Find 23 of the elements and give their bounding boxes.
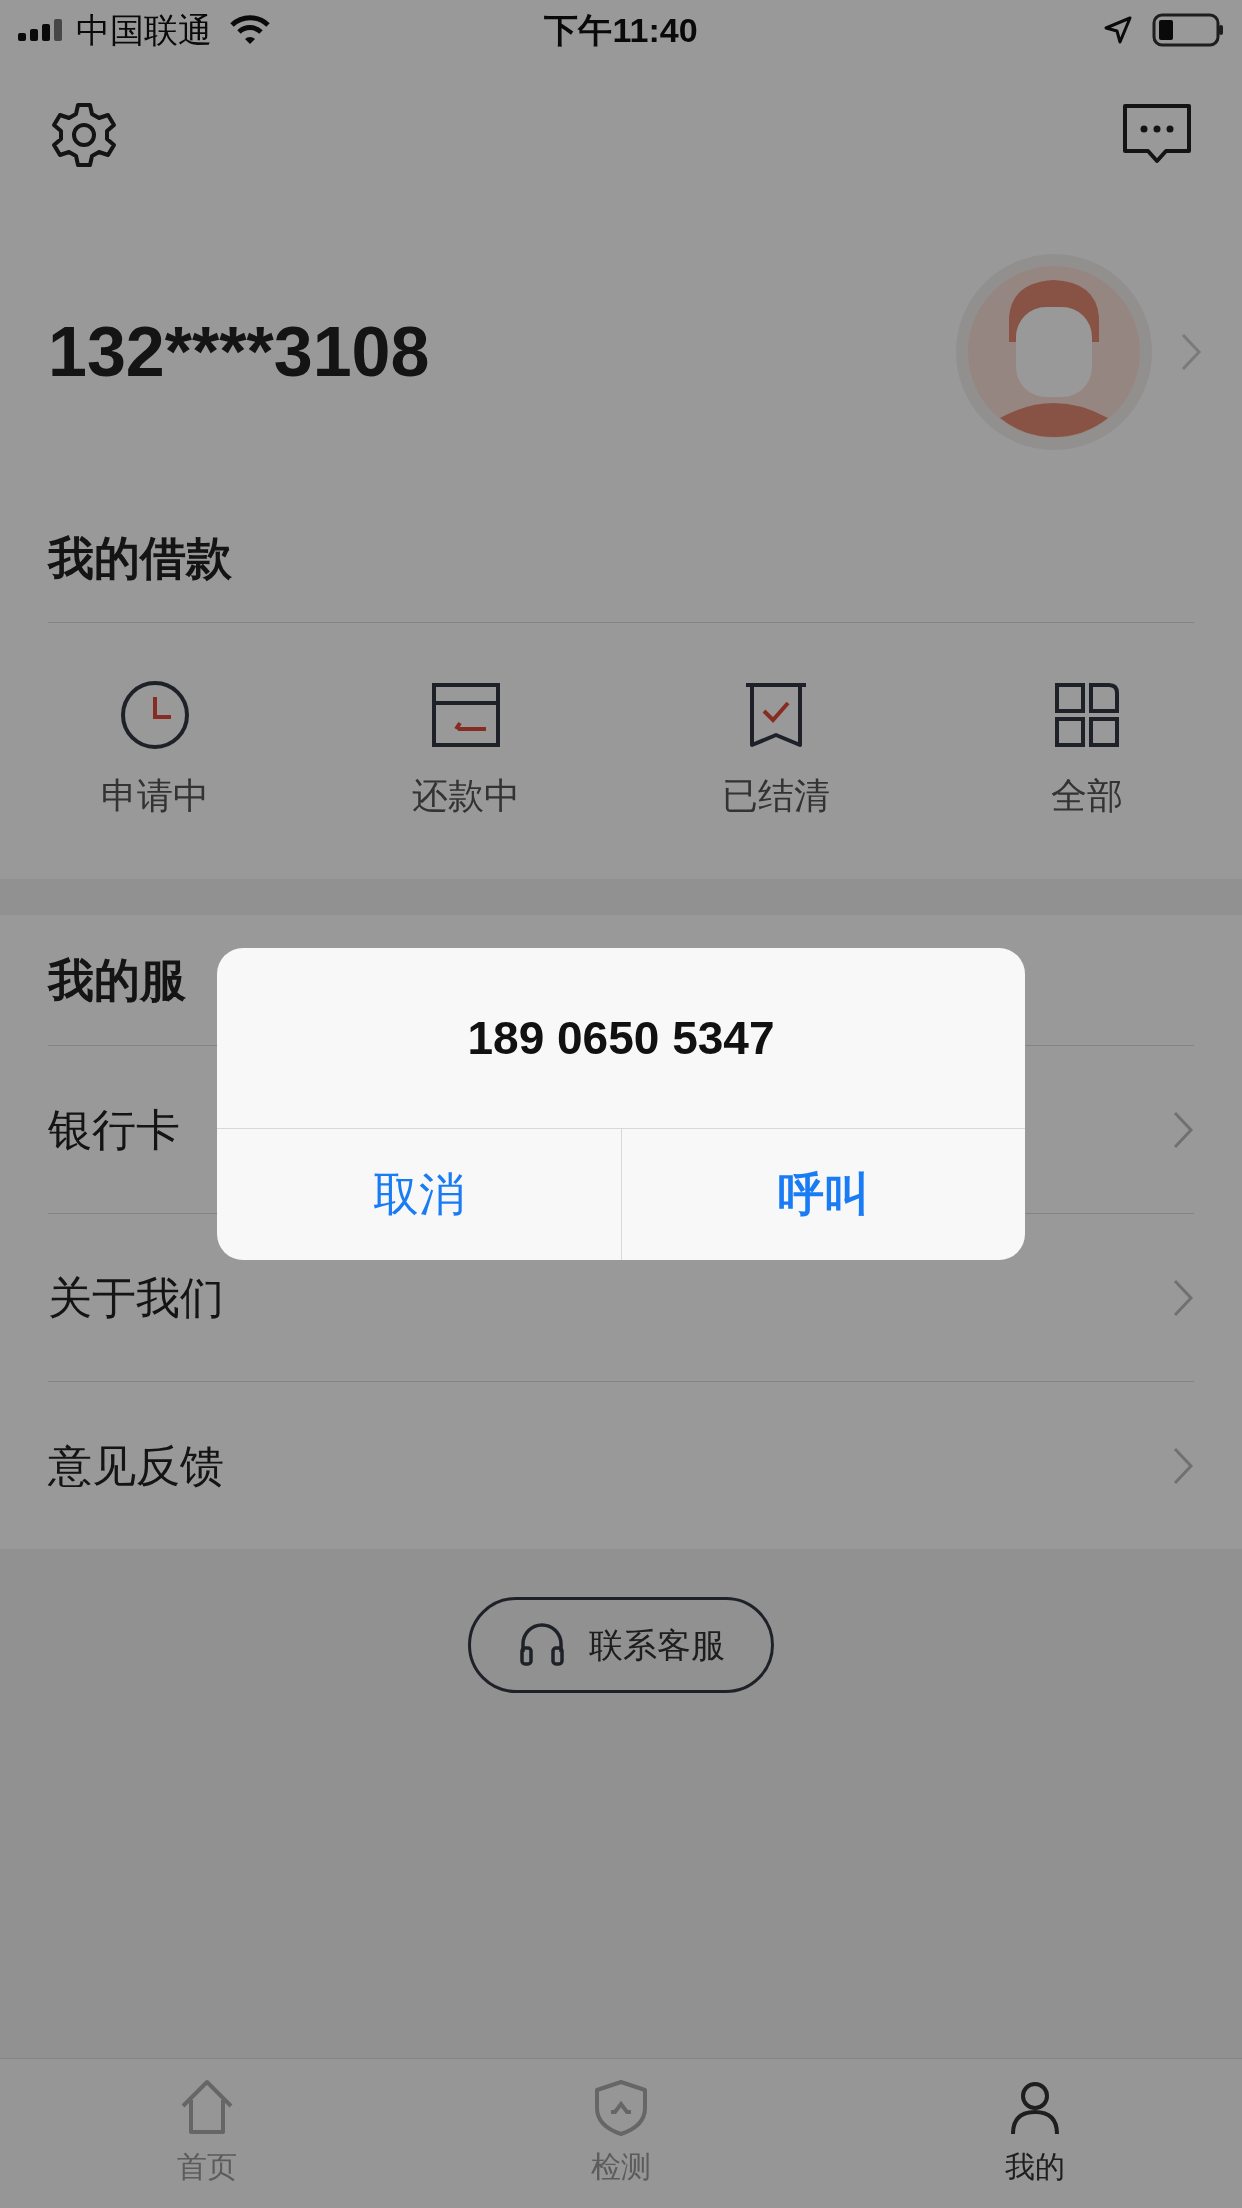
chevron-right-icon xyxy=(1172,1277,1194,1318)
tab-bar-item[interactable]: 检测 xyxy=(414,2059,828,2208)
dialog-button[interactable]: 呼叫 xyxy=(621,1129,1025,1260)
status-time: 下午11:40 xyxy=(544,9,698,51)
section-title: 我的服 xyxy=(46,952,186,1008)
tab-bar-item[interactable]: 我的 xyxy=(828,2059,1242,2208)
tab-bar-item[interactable]: 首页 xyxy=(0,2059,414,2208)
carrier-name: 中国联通 xyxy=(76,9,212,51)
settings-icon[interactable] xyxy=(50,101,118,169)
loan-status-button[interactable]: 申请中 xyxy=(0,623,311,879)
chevron-right-icon xyxy=(1172,1445,1194,1486)
location-arrow-icon xyxy=(1104,16,1132,44)
battery-icon xyxy=(1152,13,1224,47)
loan-status-button[interactable]: 全部 xyxy=(931,623,1242,879)
section-title: 我的借款 xyxy=(46,530,232,586)
chevron-right-icon xyxy=(1172,1109,1194,1150)
contact-service-button[interactable]: 联系客服 xyxy=(468,1597,774,1693)
wifi-icon xyxy=(230,15,270,45)
loan-status-button[interactable]: 还款中 xyxy=(310,623,621,879)
dialog-title: 189 0650 5347 xyxy=(466,1010,776,1066)
phone-number: 132****3108 xyxy=(48,311,430,393)
clock-icon xyxy=(119,679,192,751)
loan-status-button[interactable]: 已结清 xyxy=(621,623,932,879)
